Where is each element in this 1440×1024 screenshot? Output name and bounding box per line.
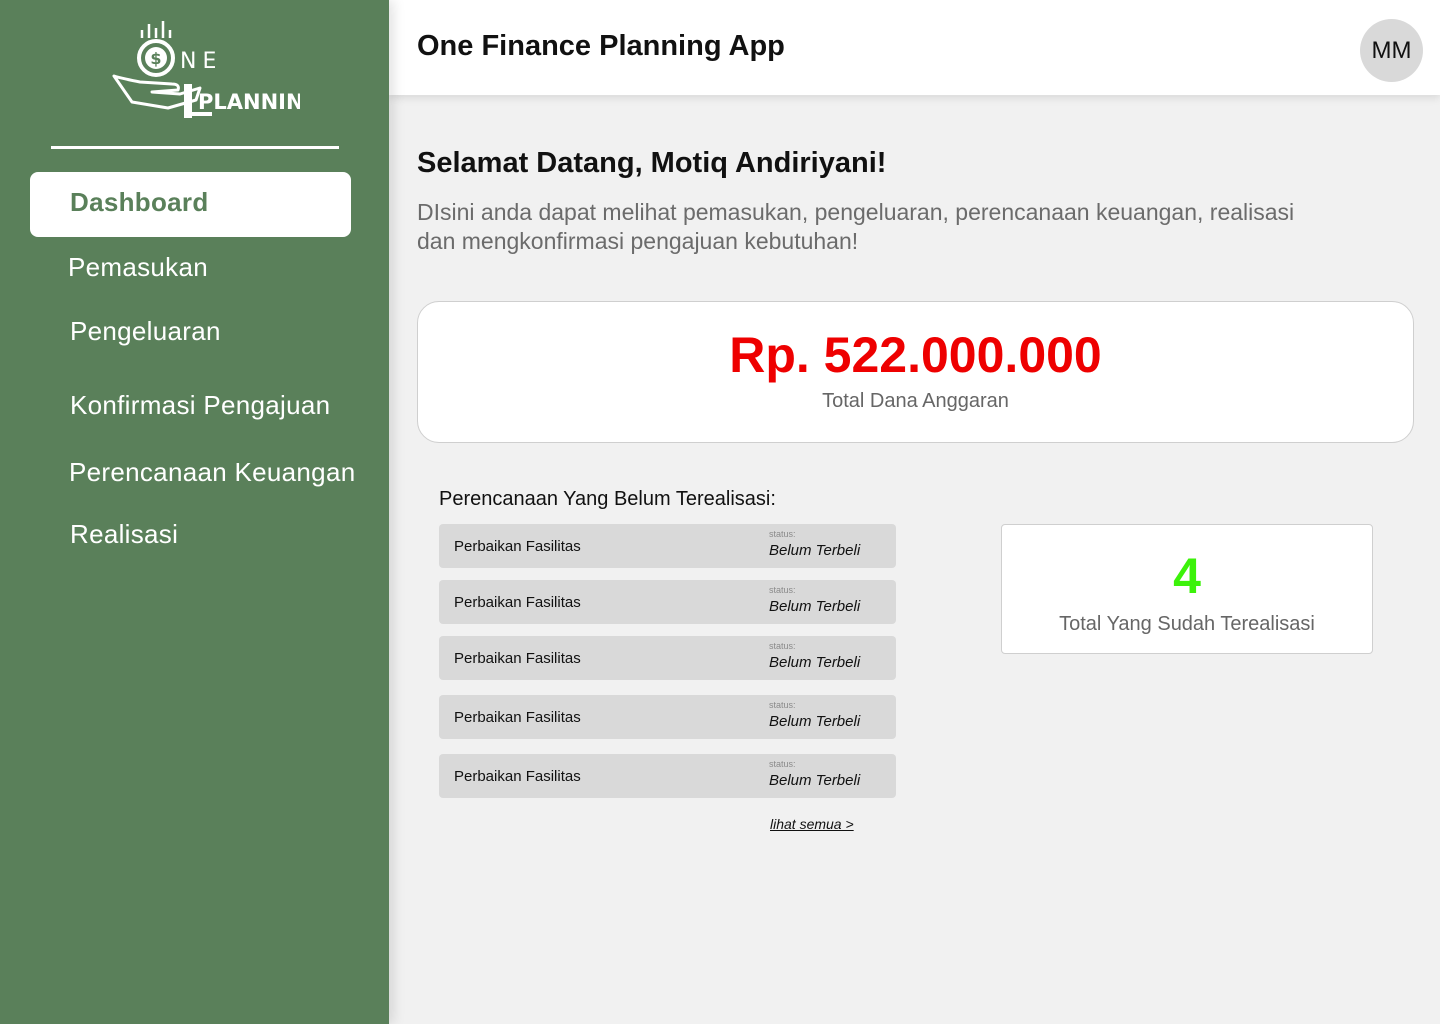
realized-total-card: 4 Total Yang Sudah Terealisasi [1001,524,1373,654]
plan-row[interactable]: Perbaikan Fasilitas status: Belum Terbel… [439,580,896,624]
plan-status-caption: status: [769,529,796,539]
plan-name: Perbaikan Fasilitas [454,709,581,726]
plan-row[interactable]: Perbaikan Fasilitas status: Belum Terbel… [439,695,896,739]
sidebar-item-perencanaan-keuangan[interactable]: Perencanaan Keuangan [69,457,355,488]
sidebar-item-pengeluaran[interactable]: Pengeluaran [70,316,221,347]
sidebar: $ NE PLANNING Dashboard Pemasukan Pengel… [0,0,389,1024]
sidebar-item-konfirmasi-pengajuan[interactable]: Konfirmasi Pengajuan [70,390,330,421]
plan-row[interactable]: Perbaikan Fasilitas status: Belum Terbel… [439,524,896,568]
realized-count: 4 [1173,548,1201,604]
welcome-heading: Selamat Datang, Motiq Andiriyani! [417,147,887,179]
plan-name: Perbaikan Fasilitas [454,768,581,785]
plan-status: Belum Terbeli [769,598,861,615]
top-header: One Finance Planning App MM [389,0,1440,95]
plan-status-caption: status: [769,585,796,595]
app-title: One Finance Planning App [417,30,785,62]
svg-text:NE: NE [180,49,222,74]
plan-row[interactable]: Perbaikan Fasilitas status: Belum Terbel… [439,754,896,798]
plan-status: Belum Terbeli [769,542,861,559]
plan-name: Perbaikan Fasilitas [454,538,581,555]
one-planning-logo: $ NE PLANNING [110,16,321,126]
sidebar-item-pemasukan[interactable]: Pemasukan [68,252,208,283]
user-avatar[interactable]: MM [1360,19,1423,82]
unrealized-plans-title: Perencanaan Yang Belum Terealisasi: [439,488,776,510]
plan-status: Belum Terbeli [769,772,861,789]
total-budget-amount: Rp. 522.000.000 [729,327,1102,383]
svg-text:$: $ [150,49,161,68]
see-all-link[interactable]: lihat semua > [770,816,854,832]
welcome-description: DIsini anda dapat melihat pemasukan, pen… [417,199,1295,254]
total-budget-label: Total Dana Anggaran [822,390,1009,412]
sidebar-item-dashboard[interactable]: Dashboard [30,172,351,237]
sidebar-divider [51,146,339,149]
realized-label: Total Yang Sudah Terealisasi [1059,613,1315,635]
plan-status: Belum Terbeli [769,713,861,730]
total-budget-card: Rp. 522.000.000 Total Dana Anggaran [417,301,1414,443]
svg-text:PLANNING: PLANNING [198,90,300,114]
plan-status-caption: status: [769,641,796,651]
plan-status-caption: status: [769,700,796,710]
plan-name: Perbaikan Fasilitas [454,594,581,611]
plan-status: Belum Terbeli [769,654,861,671]
sidebar-item-realisasi[interactable]: Realisasi [70,519,178,550]
plan-name: Perbaikan Fasilitas [454,650,581,667]
plan-row[interactable]: Perbaikan Fasilitas status: Belum Terbel… [439,636,896,680]
plan-status-caption: status: [769,759,796,769]
